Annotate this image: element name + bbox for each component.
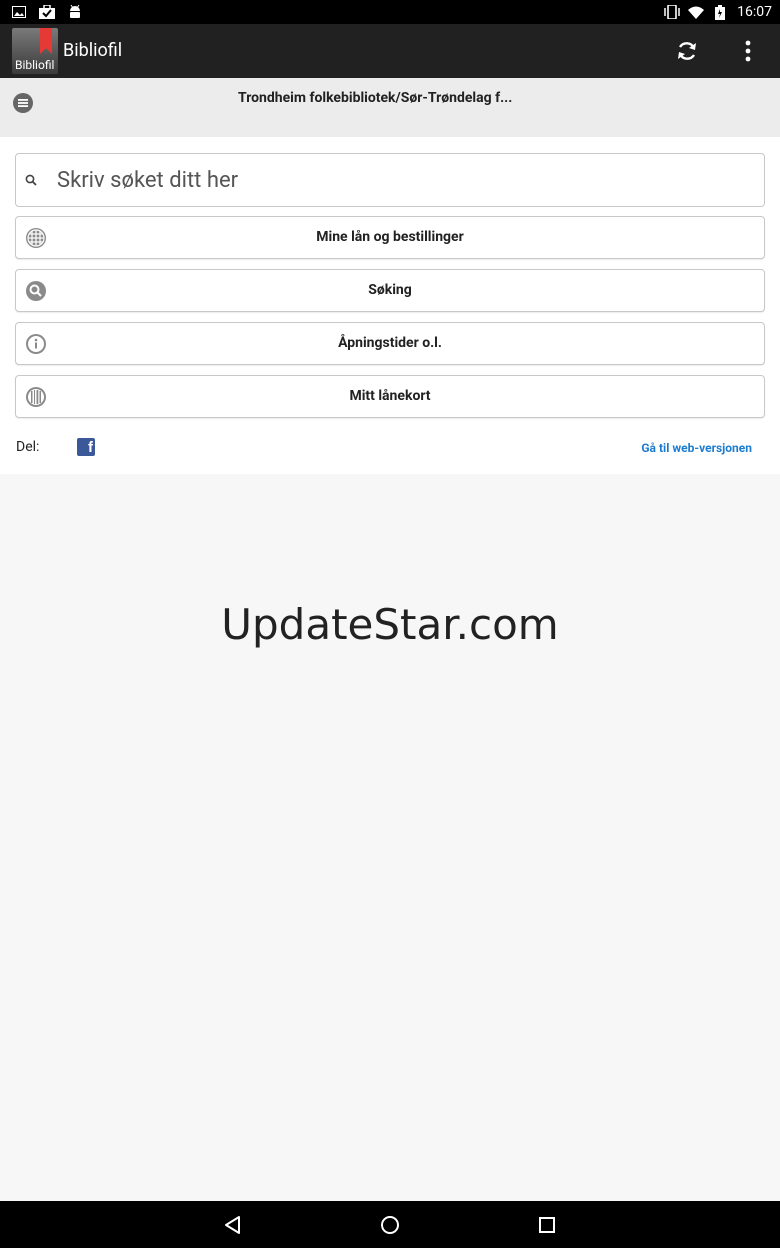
android-icon xyxy=(66,3,84,21)
search-label: Søking xyxy=(368,282,412,298)
search-input[interactable] xyxy=(57,167,757,193)
logo-text: Bibliofil xyxy=(15,58,55,72)
vibrate-icon xyxy=(663,3,681,21)
briefcase-check-icon xyxy=(38,3,56,21)
watermark: UpdateStar.com xyxy=(221,600,559,649)
refresh-button[interactable] xyxy=(672,36,702,66)
clock: 16:07 xyxy=(737,4,772,20)
status-bar: 16:07 xyxy=(0,0,780,24)
library-name[interactable]: Trondheim folkebibliotek/Sør-Trøndelag f… xyxy=(238,90,512,106)
app-bar: Bibliofil Bibliofil xyxy=(0,24,780,78)
home-button[interactable] xyxy=(378,1213,402,1237)
recents-button[interactable] xyxy=(535,1213,559,1237)
library-card-label: Mitt lånekort xyxy=(349,388,431,404)
app-title: Bibliofil xyxy=(63,40,123,61)
overflow-menu-button[interactable] xyxy=(733,36,763,66)
home-icon xyxy=(381,1216,399,1234)
back-icon xyxy=(225,1216,240,1234)
my-loans-button[interactable]: Mine lån og bestillinger xyxy=(15,216,765,259)
navigation-bar xyxy=(0,1201,780,1248)
library-header: Trondheim folkebibliotek/Sør-Trøndelag f… xyxy=(0,78,780,137)
web-version-link[interactable]: Gå til web-versjonen xyxy=(641,441,752,455)
refresh-icon xyxy=(678,42,696,60)
share-label: Del: xyxy=(16,439,40,455)
my-loans-label: Mine lån og bestillinger xyxy=(316,229,464,245)
main-content: Mine lån og bestillinger Søking Åpningst… xyxy=(0,137,780,474)
opening-hours-label: Åpningstider o.l. xyxy=(338,335,442,351)
search-icon xyxy=(25,174,37,186)
opening-hours-button[interactable]: Åpningstider o.l. xyxy=(15,322,765,365)
menu-icon[interactable] xyxy=(12,92,34,114)
recents-icon xyxy=(539,1217,555,1233)
back-button[interactable] xyxy=(221,1213,245,1237)
search-button[interactable]: Søking xyxy=(15,269,765,312)
search-box[interactable] xyxy=(15,153,765,207)
bookmark-icon xyxy=(40,28,52,54)
image-icon xyxy=(10,3,28,21)
library-card-button[interactable]: Mitt lånekort xyxy=(15,375,765,418)
facebook-icon[interactable]: f xyxy=(77,438,95,456)
battery-icon xyxy=(711,3,729,21)
wifi-icon xyxy=(687,3,705,21)
share-row: Del: f Gå til web-versjonen xyxy=(0,437,780,461)
overflow-menu-icon xyxy=(745,40,751,62)
app-logo: Bibliofil xyxy=(12,28,58,74)
